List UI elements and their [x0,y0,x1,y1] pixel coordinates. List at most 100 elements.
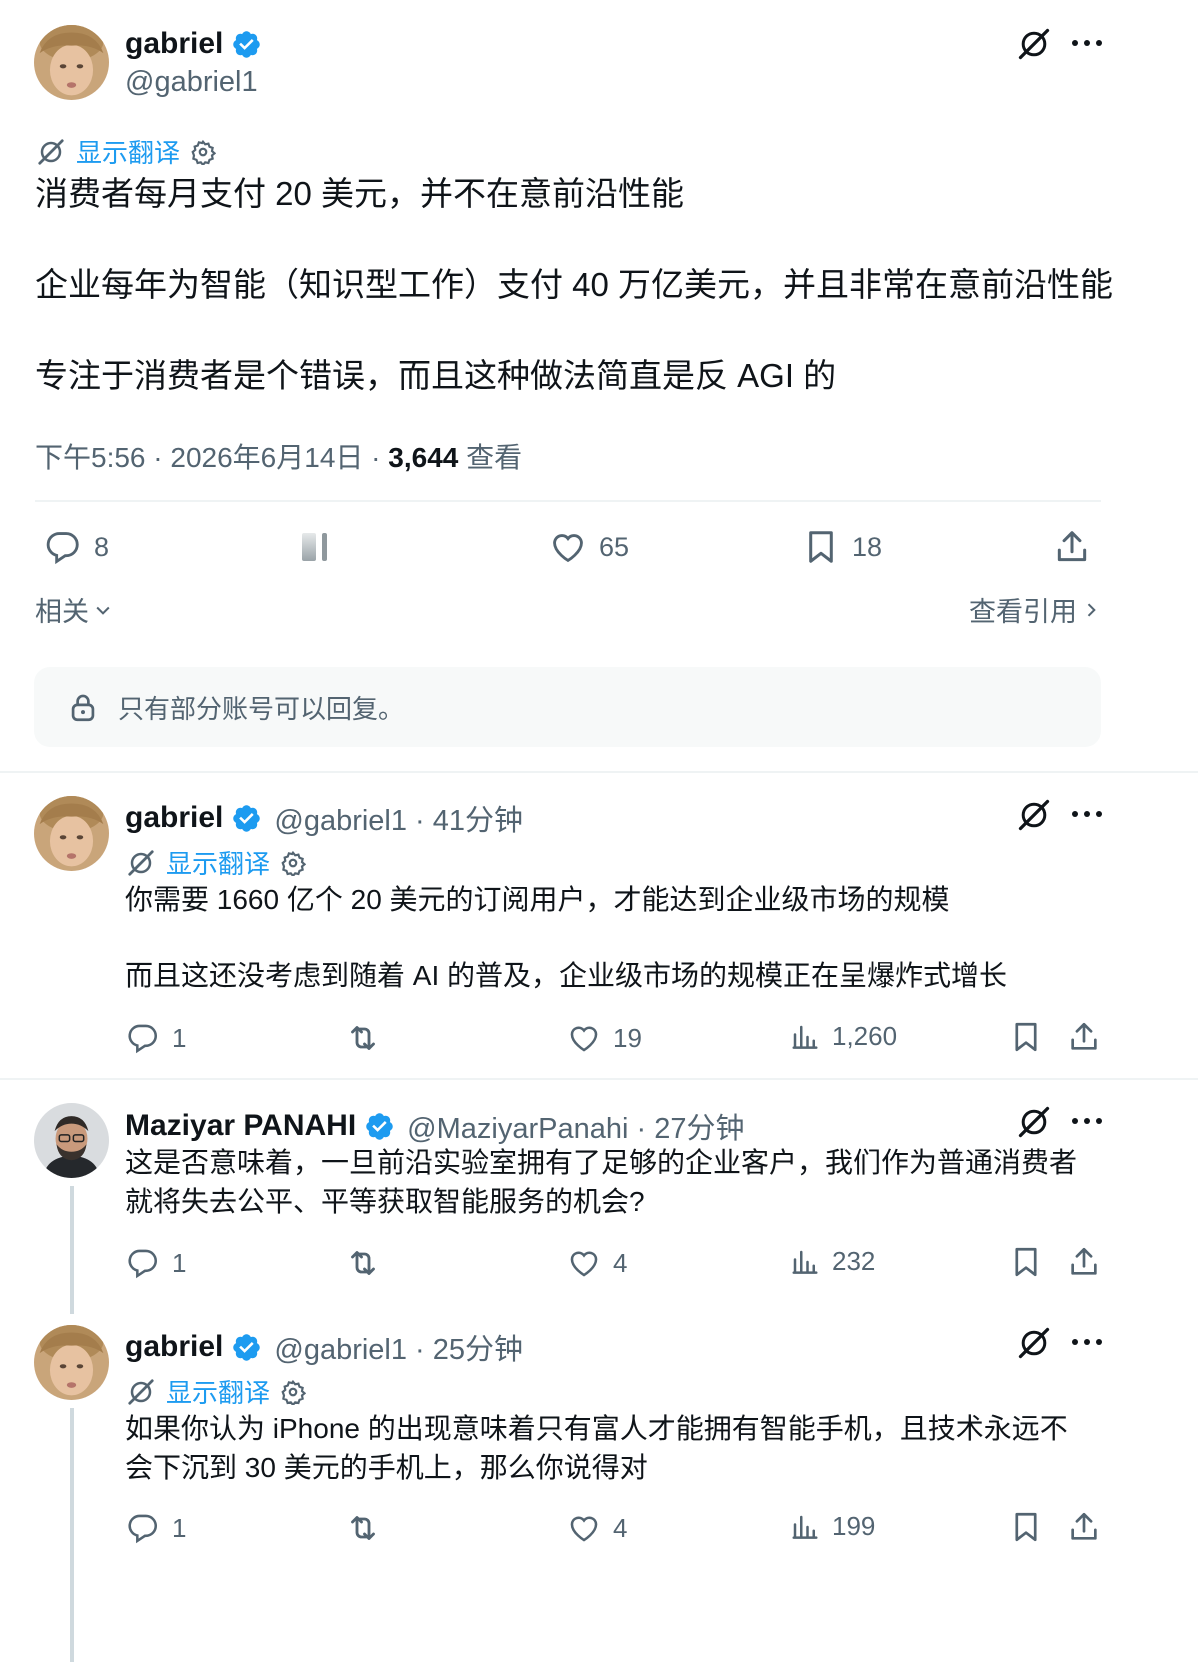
share-icon[interactable] [1067,1020,1101,1054]
bookmark-icon [802,528,840,566]
reply-icon [44,528,82,566]
post-text-line-2: 企业每年为智能（知识型工作）支付 40 万亿美元，并且非常在意前沿性能 [35,266,1114,303]
like-action[interactable]: 4 [567,1246,627,1280]
views-icon [790,1512,820,1542]
reply-text: 你需要 1660 亿个 20 美元的订阅用户，才能达到企业级市场的规模 而且这还… [125,884,1008,991]
reply-count: 1 [172,1022,187,1053]
views-count: 1,260 [832,1021,898,1051]
like-action[interactable]: 19 [567,1021,642,1055]
translation-settings-icon[interactable] [280,850,306,876]
views-count: 232 [832,1246,876,1276]
like-action[interactable]: 4 [567,1511,627,1545]
views-label: 查看 [458,442,523,473]
reply-icon [126,1021,160,1055]
show-translation-link[interactable]: 显示翻译 [166,1373,270,1410]
view-quotes-label: 查看引用 [969,597,1077,627]
more-options-icon[interactable] [1072,1118,1102,1124]
bookmark-action[interactable]: 18 [802,528,882,566]
more-options-icon[interactable] [1072,40,1102,46]
heart-icon [567,1246,601,1280]
like-count: 19 [613,1022,642,1053]
grok-icon[interactable] [1016,26,1052,62]
grok-icon[interactable] [1016,1104,1052,1140]
reply-avatar[interactable] [34,1325,109,1400]
reply-action[interactable]: 1 [126,1021,186,1055]
translation-settings-icon[interactable] [280,1379,306,1405]
views-action[interactable]: 1,260 [790,1021,897,1052]
chevron-right-icon [1087,602,1096,617]
bookmark-count: 18 [852,531,883,562]
heart-icon [567,1021,601,1055]
reply-handle-time[interactable]: @gabriel1 · 41分钟 [274,797,523,839]
grok-icon[interactable] [1016,797,1052,833]
reply-action[interactable]: 1 [126,1246,186,1280]
divider [35,500,1101,502]
related-toggle[interactable]: 相关 [35,590,113,629]
related-label: 相关 [35,597,89,627]
bookmark-icon[interactable] [1009,1245,1043,1279]
retweet-icon[interactable] [345,1510,381,1546]
translation-settings-icon[interactable] [190,139,216,165]
chevron-down-icon [96,606,110,615]
views-count: 3,644 [388,442,459,473]
verified-badge-icon [231,1332,262,1363]
thread-line [70,1186,74,1314]
show-translation-link[interactable]: 显示翻译 [76,133,180,170]
verified-badge-icon [231,29,262,60]
views-action[interactable]: 199 [790,1511,875,1542]
views-count: 199 [832,1511,876,1541]
more-options-icon[interactable] [1072,1339,1102,1345]
reply-icon [126,1511,160,1545]
reply-count: 1 [172,1247,187,1278]
author-handle[interactable]: @gabriel1 [125,66,258,99]
grok-translate-icon [126,848,156,878]
heart-icon [549,528,587,566]
heart-icon [567,1511,601,1545]
share-icon[interactable] [1067,1510,1101,1544]
reply-avatar[interactable] [34,796,109,871]
views-icon [790,1022,820,1052]
reply-action[interactable]: 8 [44,528,109,566]
like-action[interactable]: 65 [549,528,629,566]
like-count: 4 [613,1512,628,1543]
reply-text: 如果你认为 iPhone 的出现意味着只有富人才能拥有智能手机，且技术永远不 会… [125,1413,1068,1483]
reply-action[interactable]: 1 [126,1511,186,1545]
bookmark-icon[interactable] [1009,1020,1043,1054]
verified-badge-icon [231,803,262,834]
reply-handle-time[interactable]: @MaziyarPanahi · 27分钟 [407,1105,744,1147]
reply-icon [126,1246,160,1280]
loading-placeholder-icon [302,533,332,561]
verified-badge-icon [364,1111,395,1142]
share-icon[interactable] [1067,1245,1101,1279]
grok-translate-icon [126,1377,156,1407]
show-translation-link[interactable]: 显示翻译 [166,844,270,881]
post-time[interactable]: 下午5:56 · 2026年6月14日 · [35,442,388,473]
more-options-icon[interactable] [1072,811,1102,817]
bookmark-icon[interactable] [1009,1510,1043,1544]
reply-restriction-notice: 只有部分账号可以回复。 [34,667,1101,747]
author-name[interactable]: gabriel [125,27,223,61]
post-text-line-1: 消费者每月支付 20 美元，并不在意前沿性能 [35,175,685,212]
grok-translate-icon [36,137,66,167]
reply-avatar[interactable] [34,1103,109,1178]
reply-handle-time[interactable]: @gabriel1 · 25分钟 [274,1326,523,1368]
author-avatar[interactable] [34,25,109,100]
views-icon [790,1247,820,1277]
reply-author-name[interactable]: gabriel [125,801,223,835]
reply-text: 这是否意味着，一旦前沿实验室拥有了足够的企业客户，我们作为普通消费者 就将失去公… [125,1147,1078,1217]
reply-author-name[interactable]: gabriel [125,1330,223,1364]
divider [0,771,1198,773]
like-count: 65 [599,531,630,562]
divider [0,1078,1198,1080]
share-icon[interactable] [1053,528,1091,566]
grok-icon[interactable] [1016,1325,1052,1361]
reply-restriction-text: 只有部分账号可以回复。 [118,693,405,724]
post-text-line-3: 专注于消费者是个错误，而且这种做法简直是反 AGI 的 [35,357,837,394]
like-count: 4 [613,1247,628,1278]
retweet-icon[interactable] [345,1245,381,1281]
post-timestamp-views: 下午5:56 · 2026年6月14日 · 3,644 查看 [35,436,522,476]
view-quotes-link[interactable]: 查看引用 [969,590,1101,629]
retweet-icon[interactable] [345,1020,381,1056]
views-action[interactable]: 232 [790,1246,875,1277]
reply-author-name[interactable]: Maziyar PANAHI [125,1109,356,1143]
